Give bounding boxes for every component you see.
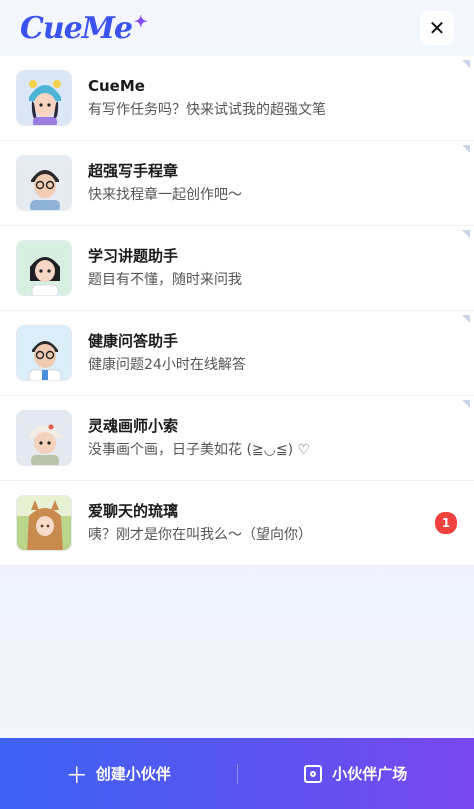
header: CueMe ✦ ✕ [0,0,474,56]
chat-name: 爱聊天的琉璃 [88,502,179,520]
create-companion-label: 创建小伙伴 [95,765,171,783]
chat-name: 健康问答助手 [88,332,179,350]
chat-preview: 快来找程章一起创作吧～ [88,187,242,203]
corner-marker-icon [462,315,470,323]
chat-preview: 有写作任务吗？快来试试我的超强文笔 [88,102,326,118]
chat-preview: 没事画个画，日子美如花 (≧◡≦) ♡ [88,442,311,458]
chat-preview: 题目有不懂，随时来问我 [88,272,242,288]
chat-name: 学习讲题助手 [88,247,179,265]
corner-marker-icon [462,230,470,238]
chat-item-cueme[interactable]: CueMe 有写作任务吗？快来试试我的超强文笔 [0,56,474,141]
companion-plaza-label: 小伙伴广场 [332,765,408,783]
boy-cap-avatar [16,410,72,466]
chat-name: CueMe [88,77,145,95]
chat-name: 灵魂画师小索 [88,417,179,435]
chat-list: CueMe 有写作任务吗？快来试试我的超强文笔 超强写手程章 快来找程章一起创作… [0,56,474,566]
doctor-avatar [16,325,72,381]
companion-plaza-button[interactable]: 小伙伴广场 [238,738,474,809]
corner-marker-icon [462,145,470,153]
anime-girl-avatar [16,495,72,551]
bottom-action-bar: ＋ 创建小伙伴 小伙伴广场 [0,738,474,809]
corner-marker-icon [462,400,470,408]
chat-preview: 咦？刚才是你在叫我么～（望向你） [88,527,312,543]
chat-name: 超强写手程章 [88,162,179,180]
corner-marker-icon [462,60,470,68]
girl-blue-hat-avatar [16,70,72,126]
chat-item-liuli[interactable]: 爱聊天的琉璃 咦？刚才是你在叫我么～（望向你） 1 [0,481,474,566]
chat-item-painter[interactable]: 灵魂画师小索 没事画个画，日子美如花 (≧◡≦) ♡ [0,396,474,481]
close-button[interactable]: ✕ [420,11,454,45]
girl-student-avatar [16,240,72,296]
chat-preview: 健康问题24小时在线解答 [88,357,246,373]
chat-item-writer[interactable]: 超强写手程章 快来找程章一起创作吧～ [0,141,474,226]
sparkle-icon: ✦ [134,11,147,31]
chat-item-health[interactable]: 健康问答助手 健康问题24小时在线解答 [0,311,474,396]
plaza-icon [304,764,323,783]
chat-item-study[interactable]: 学习讲题助手 题目有不懂，随时来问我 [0,226,474,311]
plus-icon: ＋ [65,763,88,789]
unread-badge: 1 [434,511,458,535]
create-companion-button[interactable]: ＋ 创建小伙伴 [0,738,237,809]
app-logo: CueMe ✦ [20,10,148,46]
boy-glasses-avatar [16,155,72,211]
